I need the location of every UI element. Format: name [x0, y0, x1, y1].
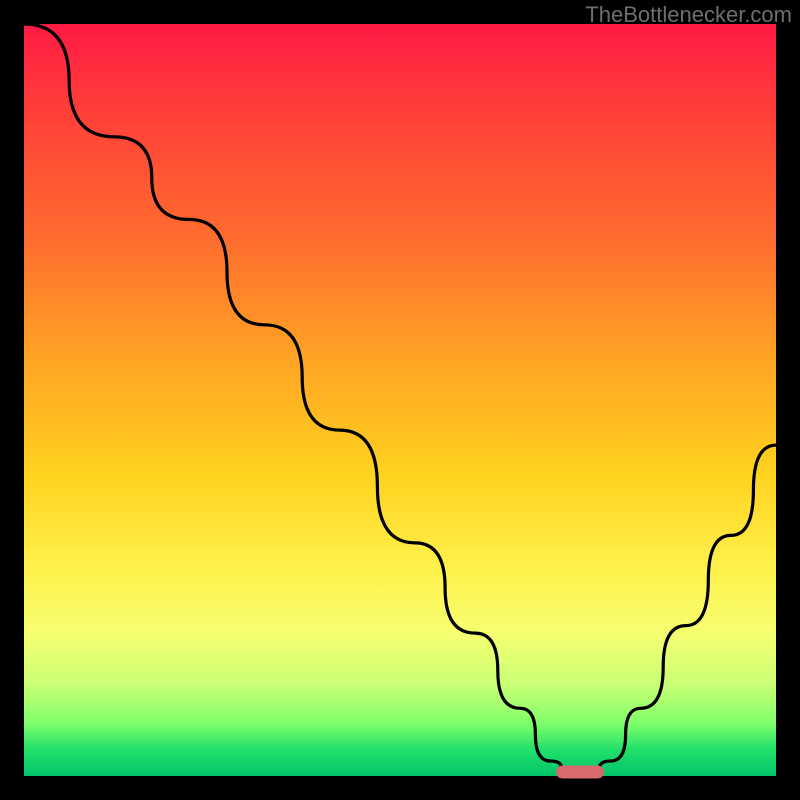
plot-area	[24, 24, 776, 776]
watermark-text: TheBottlenecker.com	[585, 2, 792, 28]
chart-frame: TheBottlenecker.com	[0, 0, 800, 800]
optimal-marker	[556, 766, 604, 779]
bottleneck-curve	[24, 24, 776, 776]
